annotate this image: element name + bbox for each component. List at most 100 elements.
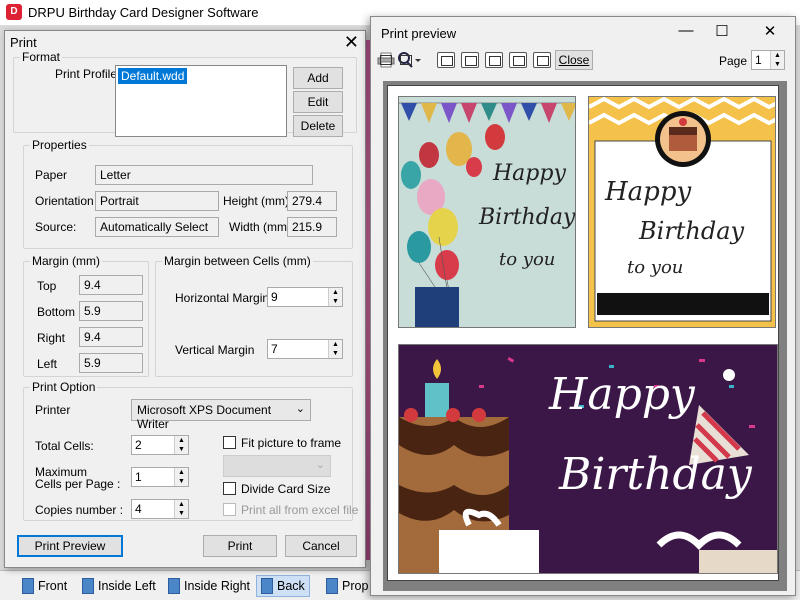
page-icon <box>22 578 34 594</box>
print-profile-list[interactable]: Default.wdd <box>115 65 287 137</box>
divide-card-label: Divide Card Size <box>241 482 331 496</box>
tab-properties[interactable]: Prop <box>322 575 372 597</box>
orientation-field[interactable]: Portrait <box>95 191 219 211</box>
six-pages-icon[interactable] <box>533 52 551 68</box>
cancel-button[interactable]: Cancel <box>285 535 357 557</box>
card1-text-toyou: to you <box>499 249 556 270</box>
group-label: Properties <box>30 138 89 152</box>
margin-left-label: Left <box>37 357 58 371</box>
tab-front[interactable]: Front <box>18 575 71 597</box>
tab-label: Inside Right <box>184 579 251 593</box>
spin-arrows-icon[interactable]: ▲ ▼ <box>174 436 188 454</box>
one-page-icon[interactable] <box>437 52 455 68</box>
card-cake: Happy Birthday to you <box>588 96 776 328</box>
margin-top-label: Top <box>37 279 57 293</box>
printer-icon[interactable] <box>377 52 395 68</box>
stepper-value: 2 <box>135 438 142 452</box>
spin-arrows-icon[interactable]: ▲ ▼ <box>328 288 342 306</box>
group-label: Format <box>20 50 63 64</box>
two-pages-icon[interactable] <box>461 52 479 68</box>
delete-button[interactable]: Delete <box>293 115 343 137</box>
horizontal-margin-stepper[interactable]: 9 ▲ ▼ <box>267 287 343 307</box>
width-label: Width (mm) <box>229 220 291 234</box>
preview-toolbar: Close Page 1 ▲ ▼ <box>371 47 795 73</box>
stepper-value: 1 <box>135 470 142 484</box>
print-profile-label: Print Profile <box>55 67 118 81</box>
margin-left-field[interactable]: 5.9 <box>79 353 143 373</box>
margin-bottom-field[interactable]: 5.9 <box>79 301 143 321</box>
app-title: DRPU Birthday Card Designer Software <box>28 5 259 20</box>
tab-inside-left[interactable]: Inside Left <box>78 575 160 597</box>
margin-top-field[interactable]: 9.4 <box>79 275 143 295</box>
group-label: Print Option <box>30 380 98 394</box>
margin-right-field[interactable]: 9.4 <box>79 327 143 347</box>
print-button[interactable]: Print <box>203 535 277 557</box>
close-icon[interactable]: ✕ <box>755 22 785 40</box>
vertical-margin-stepper[interactable]: 7 ▲ ▼ <box>267 339 343 359</box>
spin-arrows-icon[interactable]: ▲ ▼ <box>328 340 342 358</box>
preview-canvas[interactable]: Happy Birthday to you Happy Birthday to … <box>383 81 787 591</box>
cells-margin-group: Margin between Cells (mm) <box>155 254 353 377</box>
tab-inside-right[interactable]: Inside Right <box>164 575 254 597</box>
orientation-label: Orientation <box>35 194 94 208</box>
spin-arrows-icon[interactable]: ▲ ▼ <box>174 468 188 486</box>
card3-text-happy: Happy <box>549 369 695 420</box>
page-icon <box>82 578 94 594</box>
card-balloons: Happy Birthday to you <box>398 96 576 328</box>
edit-button[interactable]: Edit <box>293 91 343 113</box>
stepper-value: 4 <box>135 502 142 516</box>
max-cells-stepper[interactable]: 1 ▲ ▼ <box>131 467 189 487</box>
copies-label: Copies number : <box>35 503 124 517</box>
copies-stepper[interactable]: 4 ▲ ▼ <box>131 499 189 519</box>
tab-label: Front <box>38 579 68 593</box>
print-dialog: Print ✕ Format Print Profile Default.wdd… <box>4 30 366 568</box>
four-pages-icon[interactable] <box>509 52 527 68</box>
printer-select[interactable]: Microsoft XPS Document Writer ⌄ <box>131 399 311 431</box>
close-icon[interactable]: ✕ <box>344 32 359 53</box>
print-preview-window: Print preview — ☐ ✕ Close Page 1 ▲ ▼ Hap… <box>370 16 796 596</box>
print-preview-button[interactable]: Print Preview <box>17 535 123 557</box>
margin-right-label: Right <box>37 331 66 345</box>
paper-field[interactable]: Letter <box>95 165 313 185</box>
height-field[interactable]: 279.4 <box>287 191 337 211</box>
width-field[interactable]: 215.9 <box>287 217 337 237</box>
preview-page: Happy Birthday to you Happy Birthday to … <box>387 85 779 581</box>
vertical-margin-label: Vertical Margin <box>175 343 255 357</box>
tab-label: Inside Left <box>98 579 156 593</box>
max-cells-label-2: Cells per Page : <box>35 477 121 491</box>
group-label: Margin between Cells (mm) <box>162 254 313 268</box>
app-logo-icon: D <box>6 4 22 20</box>
spin-arrows-icon[interactable]: ▲ ▼ <box>174 500 188 518</box>
preview-close-button[interactable]: Close <box>555 50 593 70</box>
paper-label: Paper <box>35 168 68 182</box>
card-party: Happy Birthday <box>398 344 778 574</box>
page-icon <box>261 578 273 594</box>
minimize-icon[interactable]: — <box>671 22 701 39</box>
total-cells-stepper[interactable]: 2 ▲ ▼ <box>131 435 189 455</box>
stepper-value: 9 <box>271 290 278 304</box>
height-label: Height (mm) <box>223 194 290 208</box>
zoom-icon[interactable] <box>397 52 421 68</box>
page-icon <box>326 578 338 594</box>
tab-label: Back <box>277 579 305 593</box>
list-item[interactable]: Default.wdd <box>118 68 188 84</box>
maximize-icon[interactable]: ☐ <box>707 22 737 40</box>
horizontal-margin-label: Horizontal Margin <box>175 291 270 305</box>
page-stepper[interactable]: 1 ▲ ▼ <box>751 50 785 70</box>
chevron-down-icon: ⌄ <box>295 403 305 415</box>
printer-label: Printer <box>35 403 71 417</box>
tab-back[interactable]: Back <box>256 575 310 597</box>
add-button[interactable]: Add <box>293 67 343 89</box>
three-pages-icon[interactable] <box>485 52 503 68</box>
card1-text-birthday: Birthday <box>479 205 576 230</box>
divide-card-checkbox[interactable] <box>223 482 236 495</box>
card3-text-birthday: Birthday <box>559 449 752 500</box>
chevron-down-icon: ⌄ <box>315 459 325 471</box>
fit-picture-checkbox[interactable] <box>223 436 236 449</box>
source-field[interactable]: Automatically Select <box>95 217 219 237</box>
spin-arrows-icon[interactable]: ▲ ▼ <box>770 51 784 69</box>
group-label: Margin (mm) <box>30 254 102 268</box>
tab-label: Prop <box>342 579 369 593</box>
card1-text-happy: Happy <box>493 161 566 186</box>
card2-text-toyou: to you <box>627 257 684 278</box>
